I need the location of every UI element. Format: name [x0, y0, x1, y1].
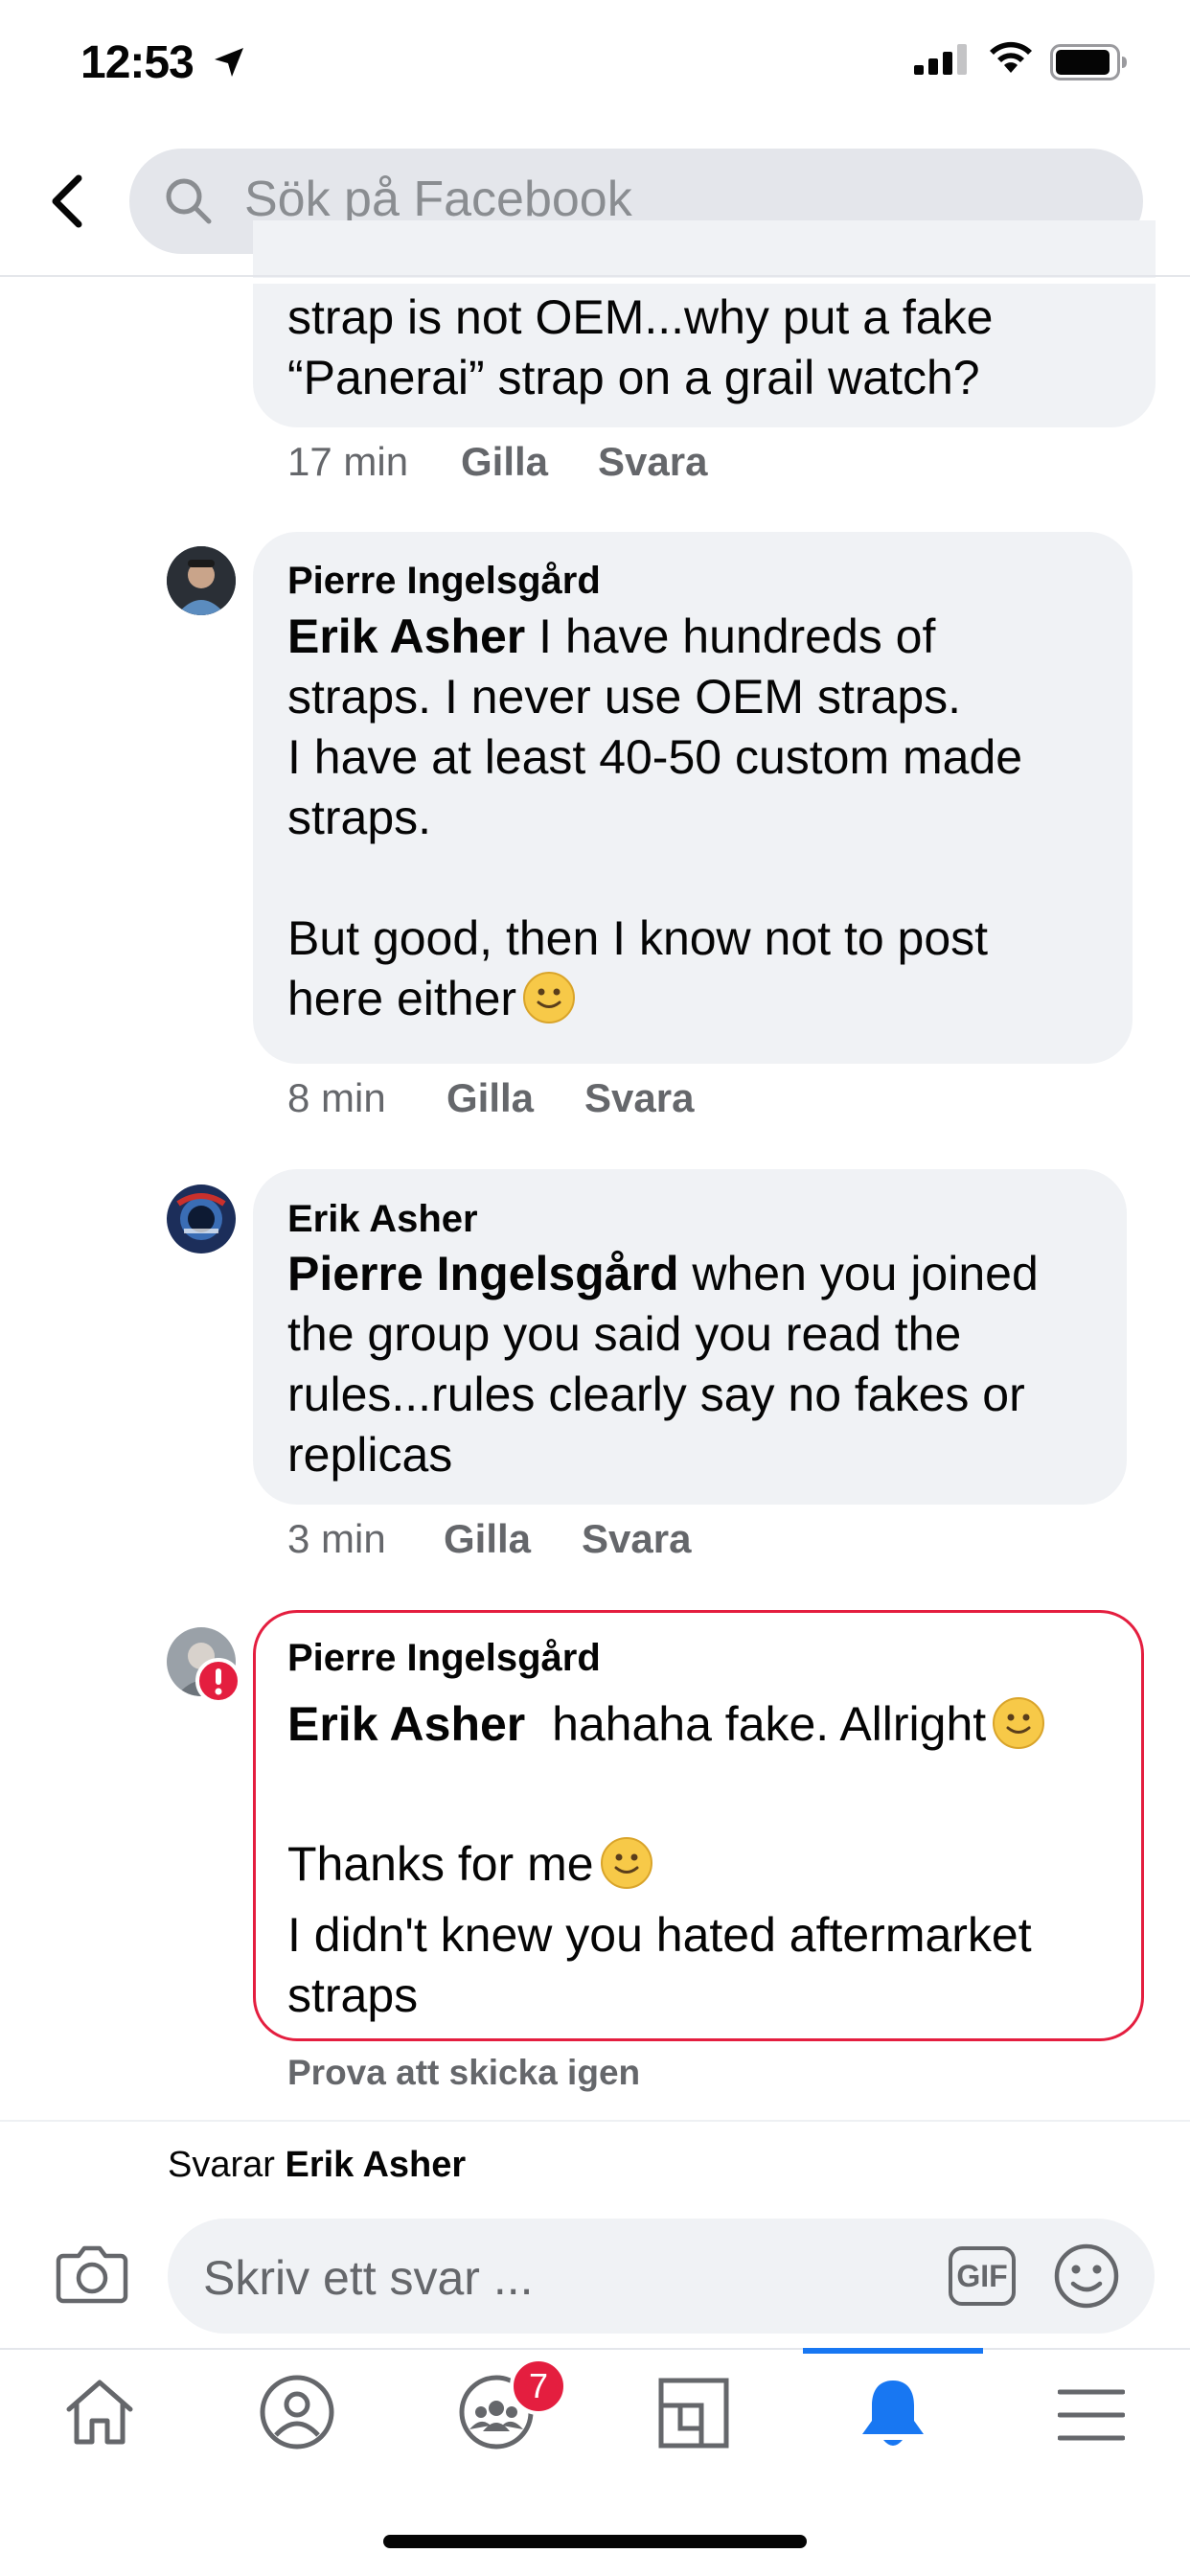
reply-button[interactable]: Svara [598, 439, 707, 485]
search-icon [166, 178, 212, 224]
location-arrow-icon [215, 48, 243, 77]
header-divider [0, 275, 1190, 277]
like-button[interactable]: Gilla [461, 439, 548, 485]
comment-text: strap is not OEM...why put a fake “Paner… [287, 290, 994, 404]
notifications-bell-icon[interactable] [857, 2375, 929, 2451]
smiley-emoji-icon [523, 972, 576, 1024]
avatar-image [167, 546, 236, 615]
error-icon [195, 1658, 241, 1704]
smiley-emoji-icon [993, 1697, 1045, 1749]
comment-time: 17 min [287, 439, 409, 484]
comment-text: Erik Asher hahaha fake. Allright [287, 1694, 1131, 1755]
comment-time: 3 min [287, 1516, 386, 1561]
back-arrow-icon[interactable] [46, 172, 88, 230]
gif-button[interactable]: GIF [949, 2246, 1016, 2306]
comment-text: Pierre Ingelsgård when you joined the gr… [287, 1247, 1039, 1482]
mention-link[interactable]: Pierre Ingelsgård [287, 1247, 679, 1300]
mention-link[interactable]: Erik Asher [287, 1697, 525, 1751]
comment-author[interactable]: Erik Asher [287, 1198, 478, 1241]
search-placeholder[interactable]: Sök på Facebook [244, 171, 632, 228]
comment-text: Thanks for me [287, 1834, 653, 1895]
battery-icon [1050, 44, 1127, 80]
like-button[interactable]: Gilla [446, 1075, 534, 1121]
comment-time: 8 min [287, 1075, 386, 1120]
pages-icon[interactable] [657, 2377, 730, 2450]
avatar[interactable] [167, 1184, 236, 1254]
wifi-icon [990, 41, 1032, 73]
active-tab-indicator [803, 2348, 983, 2354]
comment-text: I didn't knew you hated aftermarket stra… [287, 1908, 1032, 2022]
camera-icon[interactable] [56, 2242, 128, 2306]
profile-icon[interactable] [259, 2374, 335, 2450]
reply-button[interactable]: Svara [582, 1516, 691, 1562]
mention-link[interactable]: Erik Asher [287, 610, 525, 663]
cellular-signal-icon [914, 44, 967, 75]
avatar-image [167, 1184, 236, 1254]
comment-text: Erik Asher I have hundreds of straps. I … [287, 610, 1023, 1025]
reply-input-placeholder[interactable]: Skriv ett svar ... [203, 2250, 534, 2306]
smiley-emoji-icon [600, 1837, 652, 1889]
menu-icon[interactable] [1058, 2386, 1125, 2444]
status-time: 12:53 [80, 37, 195, 88]
composer-divider [0, 2120, 1190, 2122]
avatar[interactable] [167, 546, 236, 615]
groups-badge: 7 [510, 2358, 567, 2415]
home-indicator [383, 2535, 807, 2548]
comment-author[interactable]: Pierre Ingelsgård [287, 560, 601, 603]
home-icon[interactable] [61, 2375, 138, 2450]
retry-send-link[interactable]: Prova att skicka igen [287, 2053, 640, 2093]
like-button[interactable]: Gilla [444, 1516, 531, 1562]
reply-button[interactable]: Svara [584, 1075, 694, 1121]
comment-author[interactable]: Pierre Ingelsgård [287, 1637, 601, 1680]
replying-to-label: Svarar Erik Asher [168, 2145, 467, 2185]
tab-bar-divider [0, 2348, 1190, 2350]
emoji-picker-icon[interactable] [1052, 2242, 1121, 2311]
